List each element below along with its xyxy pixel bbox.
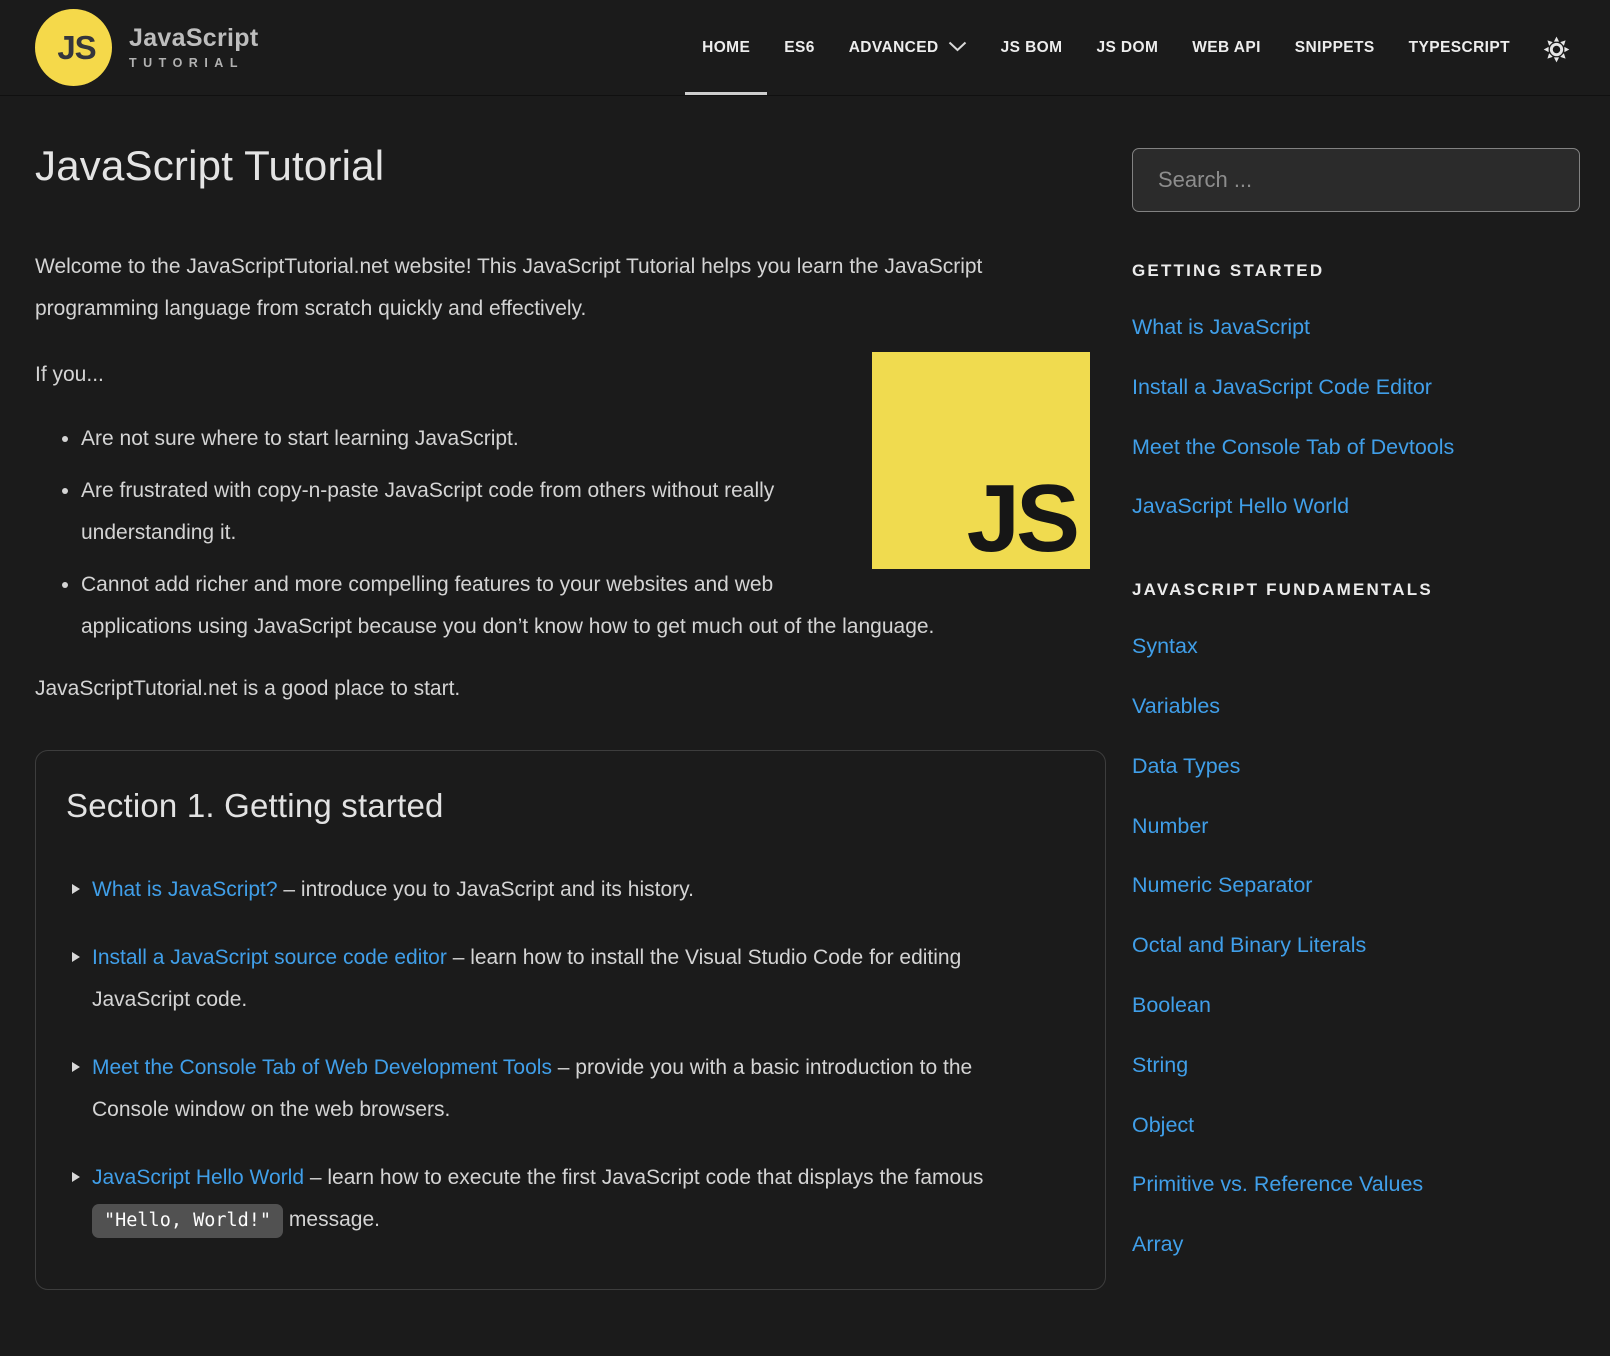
- sidebar-heading-getting-started: GETTING STARTED: [1132, 261, 1580, 281]
- nav-typescript[interactable]: TYPESCRIPT: [1392, 0, 1527, 95]
- sun-gear-icon: [1543, 36, 1570, 63]
- sidebar: GETTING STARTED What is JavaScript Insta…: [1132, 96, 1580, 1290]
- sidebar-link-meet-the-console-tab-of-devtools[interactable]: Meet the Console Tab of Devtools: [1132, 435, 1580, 461]
- hello-world-code-chip: "Hello, World!": [92, 1204, 283, 1238]
- sidebar-link-data-types[interactable]: Data Types: [1132, 754, 1580, 780]
- page: JS JavaScript TUTORIAL HOME ES6 ADVANCED…: [0, 0, 1610, 1356]
- section-1-box: Section 1. Getting started What is JavaS…: [35, 750, 1106, 1290]
- sidebar-link-javascript-hello-world[interactable]: JavaScript Hello World: [1132, 494, 1580, 520]
- logo-js-letters: JS: [57, 29, 95, 67]
- chevron-down-icon: [948, 39, 967, 57]
- sidebar-link-array[interactable]: Array: [1132, 1232, 1580, 1258]
- content-area: JavaScript Tutorial Welcome to the JavaS…: [0, 96, 1610, 1290]
- search-input[interactable]: [1132, 148, 1580, 212]
- good-place-paragraph: JavaScriptTutorial.net is a good place t…: [35, 668, 1106, 710]
- sidebar-link-object[interactable]: Object: [1132, 1113, 1580, 1139]
- section-link-what-is-javascript[interactable]: What is JavaScript?: [92, 878, 278, 901]
- sidebar-link-octal-and-binary-literals[interactable]: Octal and Binary Literals: [1132, 933, 1580, 959]
- section-item-desc: – learn how to execute the first JavaScr…: [304, 1166, 983, 1189]
- page-title: JavaScript Tutorial: [35, 142, 1106, 190]
- section-item-desc: – introduce you to JavaScript and its hi…: [278, 878, 694, 901]
- site-logo[interactable]: JS JavaScript TUTORIAL: [35, 0, 258, 95]
- sidebar-link-boolean[interactable]: Boolean: [1132, 993, 1580, 1019]
- main-column: JavaScript Tutorial Welcome to the JavaS…: [35, 96, 1106, 1290]
- sidebar-link-syntax[interactable]: Syntax: [1132, 634, 1580, 660]
- logo-text: JavaScript TUTORIAL: [129, 25, 258, 71]
- nav-web-api[interactable]: WEB API: [1175, 0, 1278, 95]
- nav-js-dom[interactable]: JS DOM: [1079, 0, 1175, 95]
- nav-advanced-label: ADVANCED: [849, 39, 939, 57]
- section-link-install-editor[interactable]: Install a JavaScript source code editor: [92, 946, 447, 969]
- nav-es6[interactable]: ES6: [767, 0, 832, 95]
- section-item: What is JavaScript? – introduce you to J…: [66, 869, 1045, 911]
- section-item: Install a JavaScript source code editor …: [66, 937, 1045, 1021]
- js-logo-letters: JS: [967, 471, 1076, 567]
- sidebar-link-install-a-javascript-code-editor[interactable]: Install a JavaScript Code Editor: [1132, 375, 1580, 401]
- sidebar-link-variables[interactable]: Variables: [1132, 694, 1580, 720]
- section-item-desc: message.: [283, 1208, 380, 1231]
- sidebar-link-number[interactable]: Number: [1132, 814, 1580, 840]
- nav-home[interactable]: HOME: [685, 0, 767, 95]
- sidebar-heading-javascript-fundamentals: JAVASCRIPT FUNDAMENTALS: [1132, 580, 1580, 600]
- logo-js-badge-icon: JS: [35, 9, 112, 86]
- section-1-title: Section 1. Getting started: [66, 787, 1045, 825]
- theme-settings-button[interactable]: [1527, 0, 1570, 95]
- section-item: Meet the Console Tab of Web Development …: [66, 1047, 1045, 1131]
- section-item: JavaScript Hello World – learn how to ex…: [66, 1157, 1045, 1241]
- sidebar-link-numeric-separator[interactable]: Numeric Separator: [1132, 873, 1580, 899]
- sidebar-link-string[interactable]: String: [1132, 1053, 1580, 1079]
- section-link-console-tab[interactable]: Meet the Console Tab of Web Development …: [92, 1056, 552, 1079]
- section-link-hello-world[interactable]: JavaScript Hello World: [92, 1166, 304, 1189]
- intro-paragraph: Welcome to the JavaScriptTutorial.net we…: [35, 246, 1106, 330]
- nav-js-bom[interactable]: JS BOM: [984, 0, 1080, 95]
- site-header: JS JavaScript TUTORIAL HOME ES6 ADVANCED…: [0, 0, 1610, 96]
- nav-snippets[interactable]: SNIPPETS: [1278, 0, 1392, 95]
- sidebar-link-primitive-vs-reference-values[interactable]: Primitive vs. Reference Values: [1132, 1172, 1580, 1198]
- main-nav: HOME ES6 ADVANCED JS BOM JS DOM WEB API …: [685, 0, 1570, 95]
- logo-title: JavaScript: [129, 25, 258, 53]
- nav-advanced[interactable]: ADVANCED: [832, 0, 984, 95]
- js-logo-image: JS: [872, 352, 1090, 569]
- sidebar-link-what-is-javascript[interactable]: What is JavaScript: [1132, 315, 1580, 341]
- pain-point-item: Cannot add richer and more compelling fe…: [81, 564, 1106, 648]
- logo-subtitle: TUTORIAL: [129, 56, 258, 70]
